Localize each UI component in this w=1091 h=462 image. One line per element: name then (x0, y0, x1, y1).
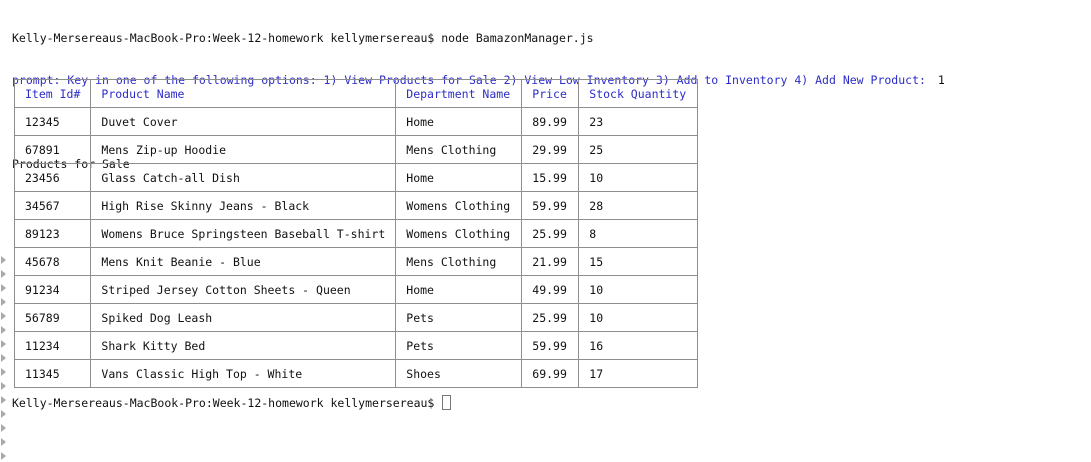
cell-price: 59.99 (521, 191, 580, 220)
gutter-marker-icon[interactable] (1, 284, 6, 292)
cell-product-name: Shark Kitty Bed (90, 331, 397, 360)
cell-price: 21.99 (521, 247, 580, 276)
cell-department-name: Home (395, 163, 523, 192)
gutter-marker-icon[interactable] (1, 382, 6, 390)
table-row: 45678 Mens Knit Beanie - Blue Mens Cloth… (13, 247, 699, 276)
cell-item-id: 23456 (13, 163, 92, 192)
gutter-marker-icon[interactable] (1, 438, 6, 446)
cell-stock-quantity: 23 (578, 107, 699, 136)
cell-stock-quantity: 16 (578, 331, 699, 360)
column-header-stock-quantity: Stock Quantity (578, 79, 699, 108)
cell-price: 29.99 (521, 135, 580, 164)
column-header-product-name: Product Name (90, 79, 397, 108)
terminal-gutter (0, 0, 8, 462)
column-header-department-name: Department Name (395, 79, 523, 108)
cell-item-id: 67891 (13, 135, 92, 164)
cell-item-id: 45678 (13, 247, 92, 276)
gutter-marker-icon[interactable] (1, 424, 6, 432)
cell-price: 89.99 (521, 107, 580, 136)
cell-stock-quantity: 15 (578, 247, 699, 276)
cell-product-name: Duvet Cover (90, 107, 397, 136)
table-row: 67891 Mens Zip-up Hoodie Mens Clothing 2… (13, 135, 699, 164)
gutter-marker-icon[interactable] (1, 340, 6, 348)
gutter-marker-icon[interactable] (1, 312, 6, 320)
cell-product-name: Glass Catch-all Dish (90, 163, 397, 192)
table-row: 12345 Duvet Cover Home 89.99 23 (13, 107, 699, 136)
cell-department-name: Womens Clothing (395, 191, 523, 220)
cell-department-name: Home (395, 275, 523, 304)
gutter-marker-icon[interactable] (1, 368, 6, 376)
table-row: 91234 Striped Jersey Cotton Sheets - Que… (13, 275, 699, 304)
table-row: 34567 High Rise Skinny Jeans - Black Wom… (13, 191, 699, 220)
table-row: 23456 Glass Catch-all Dish Home 15.99 10 (13, 163, 699, 192)
table-row: 56789 Spiked Dog Leash Pets 25.99 10 (13, 303, 699, 332)
cell-stock-quantity: 10 (578, 163, 699, 192)
cell-product-name: High Rise Skinny Jeans - Black (90, 191, 397, 220)
cell-item-id: 12345 (13, 107, 92, 136)
cell-item-id: 56789 (13, 303, 92, 332)
cell-product-name: Striped Jersey Cotton Sheets - Queen (90, 275, 397, 304)
gutter-marker-icon[interactable] (1, 326, 6, 334)
final-prompt-text: Kelly-Mersereaus-MacBook-Pro:Week-12-hom… (12, 396, 435, 410)
cell-price: 15.99 (521, 163, 580, 192)
gutter-marker-icon[interactable] (1, 410, 6, 418)
cell-price: 59.99 (521, 331, 580, 360)
cell-item-id: 11234 (13, 331, 92, 360)
gutter-marker-icon[interactable] (1, 270, 6, 278)
cell-item-id: 91234 (13, 275, 92, 304)
column-header-price: Price (521, 79, 580, 108)
cell-department-name: Home (395, 107, 523, 136)
prompt-answer: 1 (937, 73, 945, 87)
command-line: Kelly-Mersereaus-MacBook-Pro:Week-12-hom… (12, 31, 594, 45)
gutter-marker-icon[interactable] (1, 298, 6, 306)
cell-product-name: Mens Zip-up Hoodie (90, 135, 397, 164)
cell-item-id: 11345 (13, 359, 92, 388)
cell-stock-quantity: 10 (578, 275, 699, 304)
cell-stock-quantity: 28 (578, 191, 699, 220)
gutter-marker-icon[interactable] (1, 396, 6, 404)
text-cursor[interactable] (442, 395, 452, 410)
column-header-item-id: Item Id# (13, 79, 92, 108)
cell-department-name: Pets (395, 303, 523, 332)
cell-department-name: Shoes (395, 359, 523, 388)
table-row: 11345 Vans Classic High Top - White Shoe… (13, 359, 699, 388)
cell-department-name: Mens Clothing (395, 247, 523, 276)
gutter-marker-icon[interactable] (1, 452, 6, 460)
cell-price: 25.99 (521, 303, 580, 332)
gutter-marker-icon[interactable] (1, 354, 6, 362)
table-header-row: Item Id# Product Name Department Name Pr… (13, 79, 699, 108)
cell-department-name: Mens Clothing (395, 135, 523, 164)
cell-price: 49.99 (521, 275, 580, 304)
cell-product-name: Vans Classic High Top - White (90, 359, 397, 388)
table-row: 11234 Shark Kitty Bed Pets 59.99 16 (13, 331, 699, 360)
cell-price: 69.99 (521, 359, 580, 388)
final-prompt-line[interactable]: Kelly-Mersereaus-MacBook-Pro:Week-12-hom… (12, 395, 452, 410)
cell-item-id: 89123 (13, 219, 92, 248)
cell-department-name: Pets (395, 331, 523, 360)
cell-product-name: Womens Bruce Springsteen Baseball T-shir… (90, 219, 397, 248)
cell-department-name: Womens Clothing (395, 219, 523, 248)
cell-item-id: 34567 (13, 191, 92, 220)
products-table: Item Id# Product Name Department Name Pr… (13, 79, 699, 388)
cell-price: 25.99 (521, 219, 580, 248)
cell-product-name: Spiked Dog Leash (90, 303, 397, 332)
cell-stock-quantity: 10 (578, 303, 699, 332)
cell-stock-quantity: 17 (578, 359, 699, 388)
cell-stock-quantity: 8 (578, 219, 699, 248)
table-row: 89123 Womens Bruce Springsteen Baseball … (13, 219, 699, 248)
gutter-marker-icon[interactable] (1, 256, 6, 264)
cell-product-name: Mens Knit Beanie - Blue (90, 247, 397, 276)
cell-stock-quantity: 25 (578, 135, 699, 164)
